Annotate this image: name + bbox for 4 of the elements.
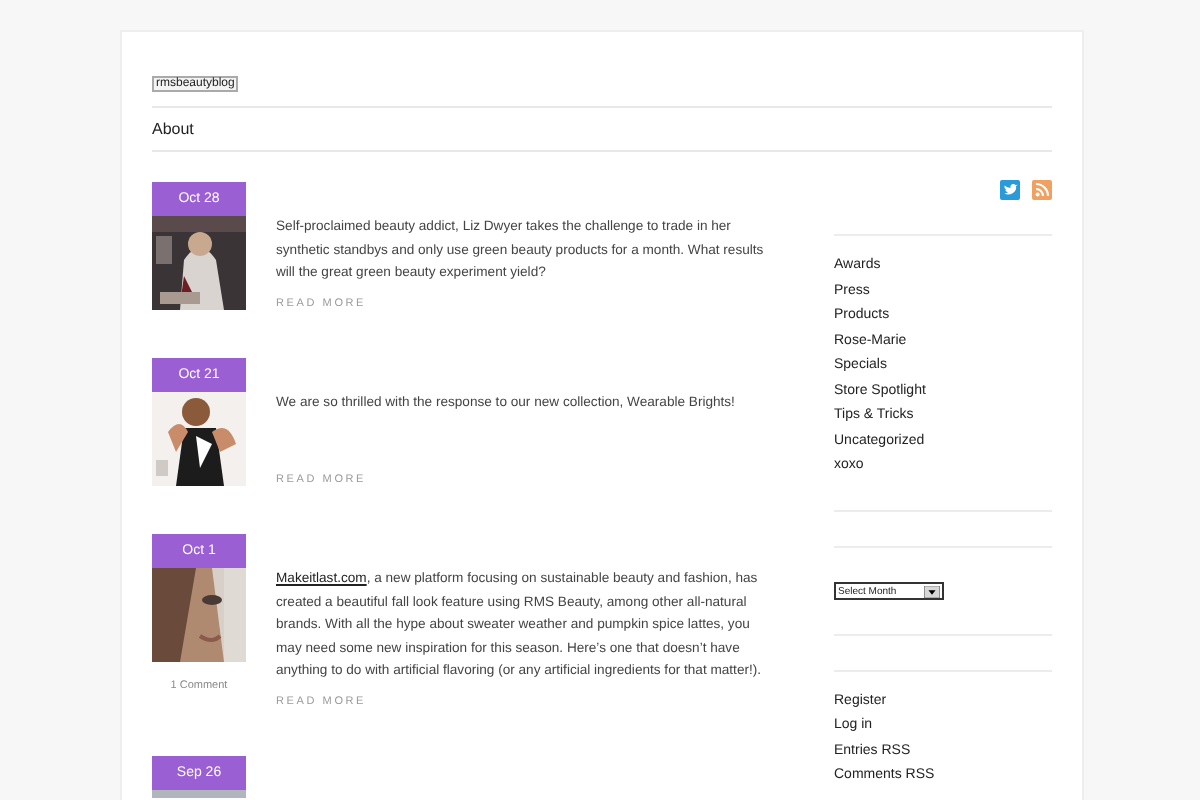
caret-icon [924, 585, 940, 597]
nav-link[interactable]: About [152, 120, 194, 138]
rss-icon[interactable] [1032, 180, 1052, 200]
bird-icon[interactable] [1000, 180, 1020, 200]
